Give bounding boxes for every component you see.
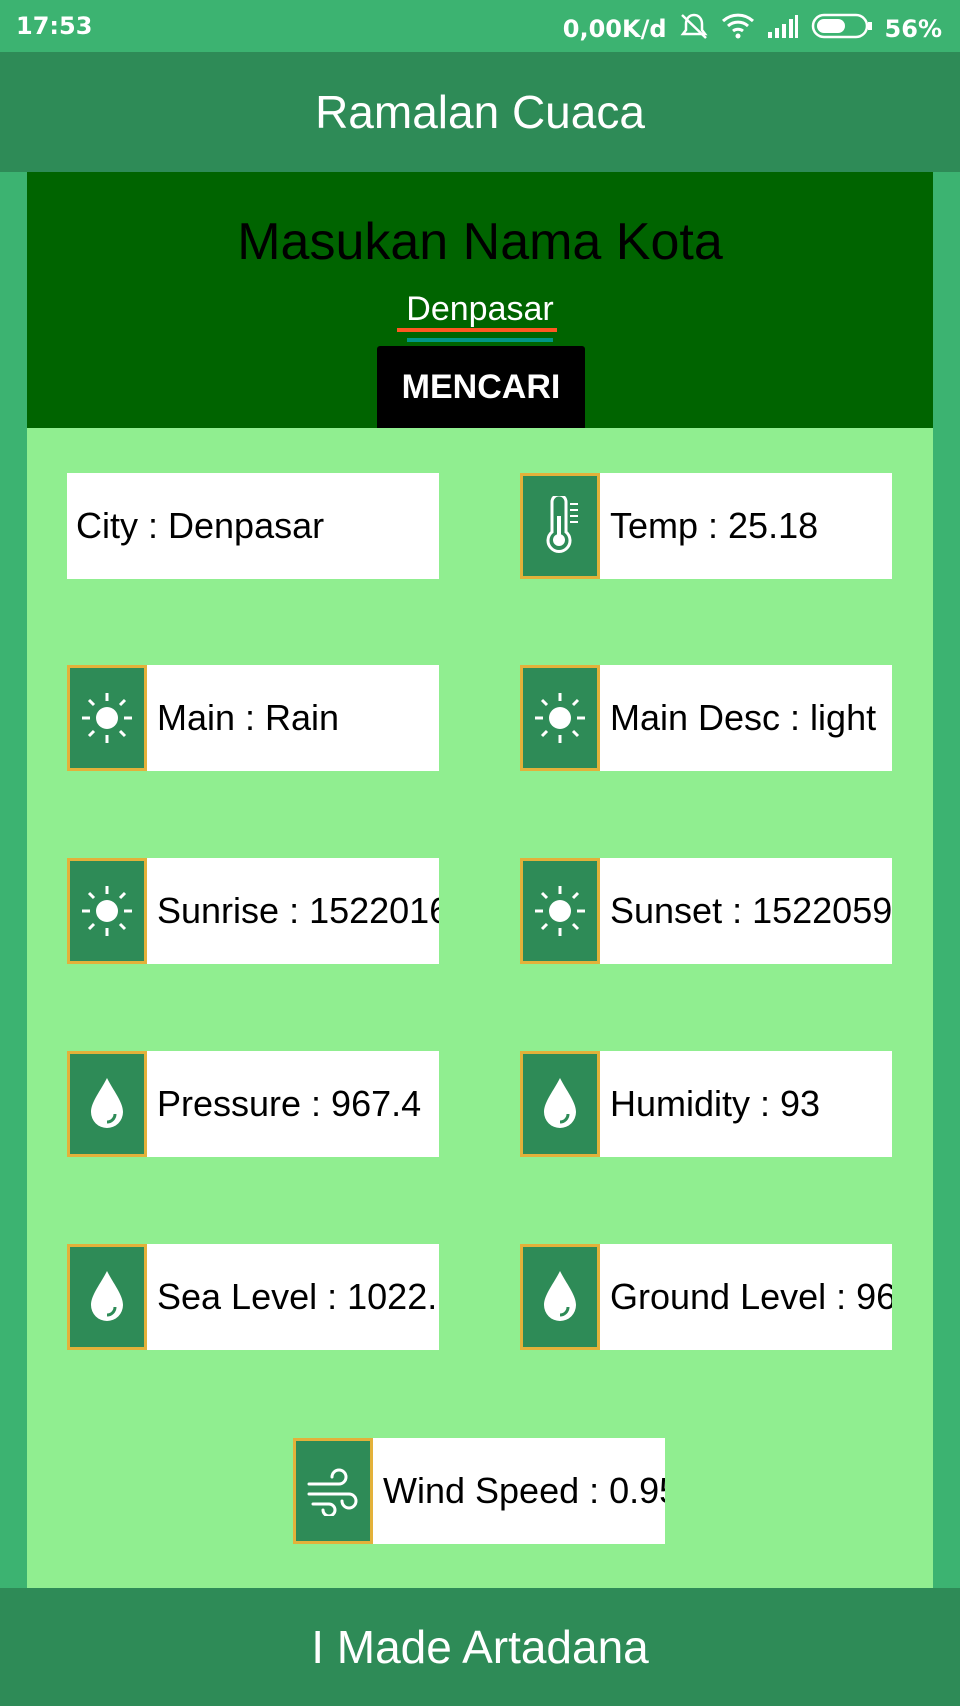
status-bar: 17:53 0,00K/d 56%	[0, 0, 960, 52]
sunset-tile: Sunset : 1522059	[520, 858, 892, 964]
sunset-text: Sunset : 1522059	[610, 890, 892, 931]
drop-icon	[67, 1051, 147, 1157]
drop-icon	[520, 1244, 600, 1350]
mute-bell-icon	[679, 12, 709, 46]
network-speed: 0,00K/d	[562, 15, 667, 43]
main-tile: Main : Rain	[67, 665, 439, 771]
sun-icon	[520, 858, 600, 964]
drop-icon	[520, 1051, 600, 1157]
sea-level-tile: Sea Level : 1022.2	[67, 1244, 439, 1350]
main-desc-tile: Main Desc : light	[520, 665, 892, 771]
city-tile: City : Denpasar	[67, 473, 439, 579]
sunrise-text: Sunrise : 1522016	[157, 890, 439, 931]
temp-text: Temp : 25.18	[610, 505, 819, 546]
sunrise-tile: Sunrise : 1522016	[67, 858, 439, 964]
main-text: Main : Rain	[157, 697, 340, 738]
status-time: 17:53	[16, 12, 93, 40]
wifi-icon	[721, 13, 755, 45]
ground-level-tile: Ground Level : 96	[520, 1244, 892, 1350]
battery-percent: 56%	[884, 15, 942, 43]
city-text: City : Denpasar	[76, 505, 325, 546]
humidity-text: Humidity : 93	[610, 1083, 821, 1124]
thermometer-icon	[520, 473, 600, 579]
drop-icon	[67, 1244, 147, 1350]
weather-card: Masukan Nama Kota MENCARI City : Denpasa…	[27, 172, 933, 1588]
sea-level-text: Sea Level : 1022.2	[157, 1276, 439, 1317]
signal-icon	[767, 14, 799, 44]
app-bar: Ramalan Cuaca	[0, 52, 960, 172]
battery-icon	[811, 13, 873, 45]
sun-icon	[520, 665, 600, 771]
city-input[interactable]	[395, 290, 565, 329]
wind-speed-tile: Wind Speed : 0.95	[293, 1438, 665, 1544]
sun-icon	[67, 858, 147, 964]
search-panel: Masukan Nama Kota MENCARI	[27, 172, 933, 428]
ground-level-text: Ground Level : 96	[610, 1276, 892, 1317]
footer-bar: I Made Artadana	[0, 1588, 960, 1706]
input-underline	[397, 328, 557, 332]
author-name: I Made Artadana	[311, 1621, 649, 1673]
wind-speed-text: Wind Speed : 0.95	[383, 1470, 665, 1511]
temp-tile: Temp : 25.18	[520, 473, 892, 579]
pressure-text: Pressure : 967.4	[157, 1083, 422, 1124]
app-title: Ramalan Cuaca	[315, 86, 645, 138]
sun-icon	[67, 665, 147, 771]
humidity-tile: Humidity : 93	[520, 1051, 892, 1157]
main-desc-text: Main Desc : light	[610, 697, 877, 738]
wind-icon	[293, 1438, 373, 1544]
pressure-tile: Pressure : 967.4	[67, 1051, 439, 1157]
status-icons: 0,00K/d 56%	[563, 12, 942, 46]
search-heading: Masukan Nama Kota	[237, 213, 723, 271]
input-underline-accent	[407, 338, 553, 342]
search-button[interactable]: MENCARI	[377, 346, 585, 428]
